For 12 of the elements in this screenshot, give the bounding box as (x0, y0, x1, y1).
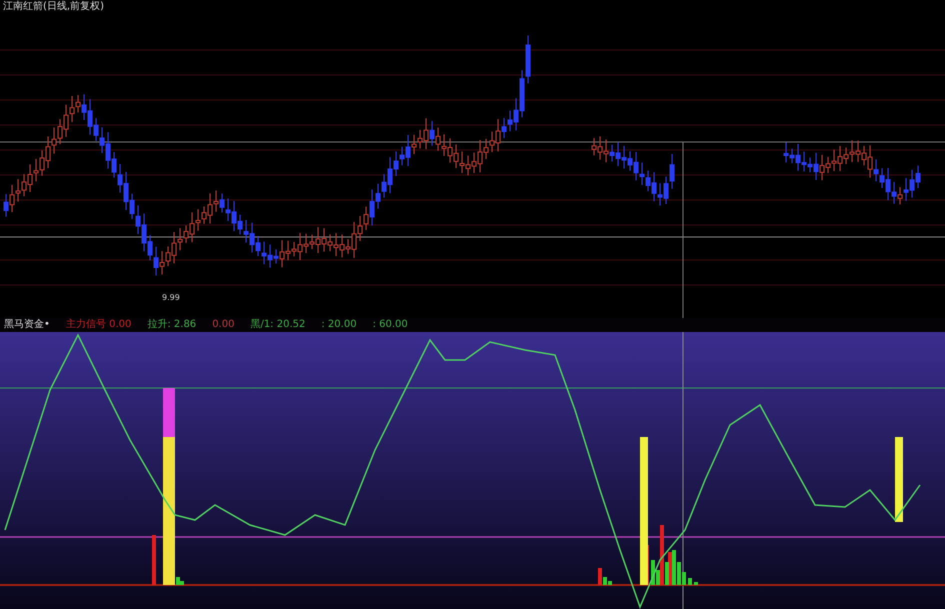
price-label: 9.99 (162, 293, 180, 302)
indicator-value: : 60.00 (372, 318, 408, 332)
chart-title: 江南红箭(日线,前复权) (3, 1, 104, 12)
indicator-value: 黑/1: 20.52 (250, 318, 306, 332)
indicator-bar (694, 582, 698, 585)
indicator-value: 0.00 (212, 318, 234, 332)
indicator-value: 拉升: 2.86 (147, 318, 196, 332)
indicator-value: 主力信号 0.00 (66, 318, 132, 332)
indicator-bar (688, 578, 692, 585)
indicator-value: : 20.00 (321, 318, 357, 332)
indicator-name: 黑马资金• (4, 318, 50, 332)
indicator-bar (152, 535, 156, 585)
